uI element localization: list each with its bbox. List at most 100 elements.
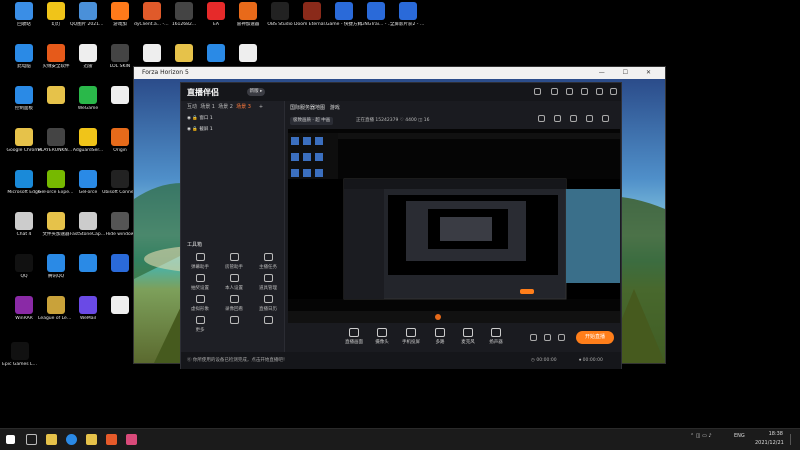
desktop-shortcut[interactable]: [166, 44, 202, 64]
desktop-shortcut[interactable]: WeMail: [70, 296, 106, 322]
gear-icon[interactable]: [558, 334, 565, 341]
desktop-shortcut[interactable]: QQ: [6, 254, 42, 280]
tab-interact[interactable]: 互动: [187, 104, 197, 110]
show-desktop-button[interactable]: [790, 434, 794, 445]
tool-download[interactable]: [219, 316, 249, 327]
tool-settings[interactable]: [253, 316, 283, 327]
desktop-shortcut[interactable]: WinRAR: [6, 296, 42, 322]
desktop-shortcut[interactable]: 控制面板: [6, 86, 42, 112]
source-item[interactable]: ◉ 🔒 窗口 1: [181, 113, 284, 124]
desktop-shortcut[interactable]: 1612682...: [166, 2, 202, 28]
control-layers-button[interactable]: 多路: [428, 328, 452, 345]
close-icon[interactable]: [610, 88, 617, 95]
tray-icons[interactable]: ⌃ ◫ ▭ ♪: [690, 433, 712, 439]
desktop-shortcut[interactable]: 腾讯QQ: [38, 254, 74, 280]
tool-more[interactable]: 更多: [185, 316, 215, 333]
tool-box[interactable]: 道具管理: [253, 274, 283, 291]
desktop-shortcut[interactable]: [230, 44, 266, 64]
desktop-shortcut[interactable]: EA: [198, 2, 234, 28]
desktop-shortcut[interactable]: [134, 44, 170, 64]
window-controls[interactable]: — ☐ ✕: [599, 67, 659, 79]
input-language[interactable]: ENG: [734, 433, 745, 439]
minimize-icon[interactable]: [596, 88, 603, 95]
folder-icon[interactable]: [86, 434, 97, 445]
desktop-shortcut[interactable]: Doom Eternal - PC: [294, 2, 330, 28]
desktop-shortcut[interactable]: Google Chrome: [6, 128, 42, 154]
source-item[interactable]: ◉ 🔒 截屏 1: [181, 124, 284, 135]
tool-user[interactable]: 房管助手: [219, 253, 249, 270]
desktop-shortcut[interactable]: 全屏影片获2 - 加速器: [390, 2, 426, 28]
tool-avatar[interactable]: 虚拟形象: [185, 295, 215, 312]
desktop-shortcut[interactable]: Microsoft Edge: [6, 170, 42, 196]
room-title[interactable]: 国际服务器地图: [290, 105, 325, 111]
forza-taskbar-icon[interactable]: [126, 434, 137, 445]
desktop-shortcut[interactable]: 迅雷: [70, 44, 106, 70]
desktop-shortcut[interactable]: GeForce Experience: [38, 170, 74, 196]
quality-badge[interactable]: 极致画质 · 超 中画: [290, 117, 334, 125]
visibility-icon[interactable]: [544, 334, 551, 341]
share-icon[interactable]: [602, 115, 609, 122]
forza-titlebar[interactable]: Forza Horizon 5 — ☐ ✕: [134, 67, 665, 79]
add-scene-button[interactable]: +: [259, 104, 263, 110]
settings-icon[interactable]: [566, 88, 573, 95]
tab-scene-3[interactable]: 场景 3: [236, 104, 251, 110]
tool-gift[interactable]: 抽奖设置: [185, 274, 215, 291]
streaming-app-window[interactable]: 直播伴侣 新版 ▸ 互动 场景 1 场景 2 场景 3 + ◉ 🔒 窗口 1 ◉…: [180, 82, 622, 369]
file-explorer-icon[interactable]: [46, 434, 57, 445]
tool-download[interactable]: 本人设置: [219, 274, 249, 291]
desktop-shortcut[interactable]: 游戏加: [102, 2, 138, 28]
clock-date[interactable]: 2021/12/21: [755, 440, 784, 446]
message-icon[interactable]: [551, 88, 558, 95]
streaming-app-taskbar-icon[interactable]: [106, 434, 117, 445]
desktop-shortcut[interactable]: OBS Studio: [262, 2, 298, 28]
list-icon[interactable]: [554, 115, 561, 122]
user-avatar-icon[interactable]: [534, 88, 541, 95]
desktop-shortcut[interactable]: AdguardSer...: [70, 128, 106, 154]
desktop-shortcut[interactable]: [198, 44, 234, 64]
desktop-shortcut[interactable]: QQ图片 20210121...: [70, 2, 106, 28]
go-live-button[interactable]: 开始直播: [576, 331, 614, 344]
desktop-shortcut[interactable]: Chat 4: [6, 212, 42, 238]
scene-tabs[interactable]: 互动 场景 1 场景 2 场景 3 +: [181, 101, 284, 113]
menu-icon[interactable]: [581, 88, 588, 95]
control-monitor-button[interactable]: 直播画面: [342, 328, 366, 345]
desktop-shortcut[interactable]: 幻灯: [38, 2, 74, 28]
clock-time[interactable]: 18:38: [755, 431, 783, 437]
desktop-shortcut[interactable]: 此电脑: [6, 44, 42, 70]
desktop-shortcut[interactable]: [70, 254, 106, 274]
tool-chat[interactable]: 弹幕助手: [185, 253, 215, 270]
desktop-shortcut[interactable]: 文件夹加速器: [38, 212, 74, 238]
camera-toggle-icon[interactable]: [530, 334, 537, 341]
desktop-shortcut[interactable]: [38, 86, 74, 106]
task-view-icon[interactable]: [26, 434, 37, 445]
desktop-shortcut[interactable]: PLAYERUNKNOWN'S: [38, 128, 74, 154]
gift-icon[interactable]: [570, 115, 577, 122]
desktop-shortcut[interactable]: FLiNGTrai... - 快捷方式: [358, 2, 394, 28]
desktop-shortcut[interactable]: Game - 快捷方式: [326, 2, 362, 28]
control-speaker-button[interactable]: 扬声器: [484, 328, 508, 345]
desktop-shortcut[interactable]: Epic Games Launcher: [2, 342, 38, 368]
tab-scene-1[interactable]: 场景 1: [200, 104, 215, 110]
desktop-shortcut[interactable]: 火绒安全软件: [38, 44, 74, 70]
desktop-shortcut[interactable]: 雷神加速器: [230, 2, 266, 28]
desktop-shortcut[interactable]: WeGame: [70, 86, 106, 112]
tab-scene-2[interactable]: 场景 2: [218, 104, 233, 110]
room-tag[interactable]: 游戏: [330, 105, 340, 111]
version-badge[interactable]: 新版 ▸: [247, 88, 265, 96]
control-mic-button[interactable]: 麦克风: [456, 328, 480, 345]
bell-icon[interactable]: [586, 115, 593, 122]
desktop-shortcut[interactable]: dyClient.a... - 快捷方式: [134, 2, 170, 28]
windows-start-icon[interactable]: [6, 435, 15, 444]
desktop-shortcut[interactable]: GeForce: [70, 170, 106, 196]
control-camera-button[interactable]: 摄像头: [370, 328, 394, 345]
live-preview[interactable]: [288, 129, 620, 323]
tool-task[interactable]: 主播任务: [253, 253, 283, 270]
home-icon[interactable]: [538, 115, 545, 122]
control-phone-button[interactable]: 手机投屏: [399, 328, 423, 345]
edge-icon[interactable]: [66, 434, 77, 445]
tool-record[interactable]: 录像回看: [219, 295, 249, 312]
desktop-shortcut[interactable]: 回收站: [6, 2, 42, 28]
desktop-shortcut[interactable]: League of Legends: [38, 296, 74, 322]
tool-calendar[interactable]: 直播日历: [253, 295, 283, 312]
desktop-shortcut[interactable]: FastStoneCapture: [70, 212, 106, 238]
